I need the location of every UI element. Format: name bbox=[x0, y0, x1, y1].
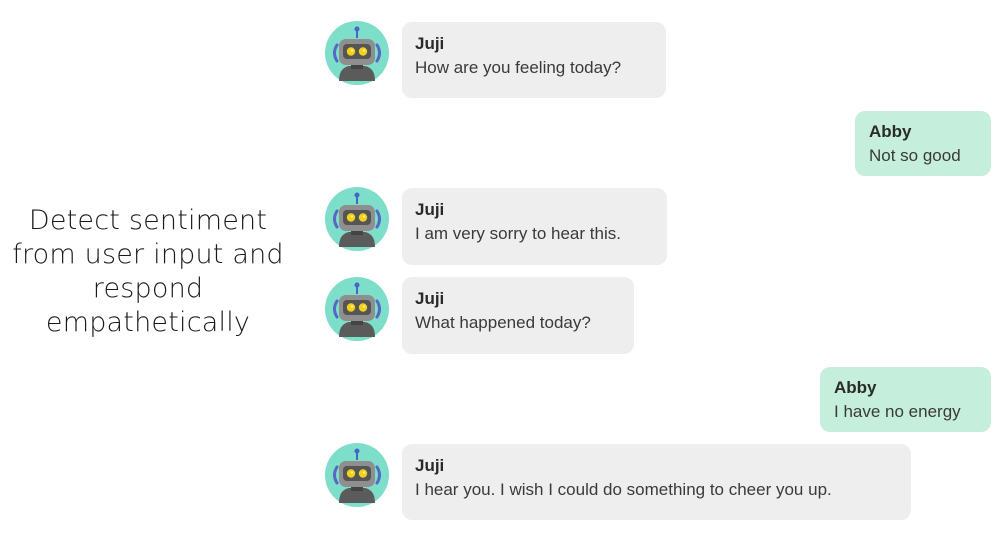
caption-line: from user input and bbox=[12, 239, 284, 270]
caption-line: empathetically bbox=[45, 307, 251, 338]
message-text: I am very sorry to hear this. bbox=[415, 224, 621, 243]
sender-name: Abby bbox=[869, 122, 912, 141]
chat-message-user: Abby I have no energy bbox=[820, 367, 991, 432]
robot-icon bbox=[325, 187, 389, 251]
robot-icon bbox=[325, 277, 389, 341]
caption-line: Detect sentiment bbox=[28, 205, 268, 236]
chat-message-bot: Juji How are you feeling today? bbox=[402, 22, 666, 98]
message-text: Not so good bbox=[869, 146, 961, 165]
sender-name: Juji bbox=[415, 200, 445, 219]
robot-icon bbox=[325, 21, 389, 85]
robot-icon bbox=[325, 443, 389, 507]
message-text: I have no energy bbox=[834, 402, 961, 421]
message-text: I hear you. I wish I could do something … bbox=[415, 480, 832, 499]
sender-name: Abby bbox=[834, 378, 877, 397]
sender-name: Juji bbox=[415, 34, 445, 53]
sender-name: Juji bbox=[415, 289, 445, 308]
message-text: What happened today? bbox=[415, 313, 591, 332]
chat-message-user: Abby Not so good bbox=[855, 111, 991, 176]
chat-message-bot: Juji I am very sorry to hear this. bbox=[402, 188, 667, 265]
chat-message-bot: Juji What happened today? bbox=[402, 277, 634, 354]
feature-caption: Detect sentiment from user input and res… bbox=[0, 204, 296, 340]
chat-message-bot: Juji I hear you. I wish I could do somet… bbox=[402, 444, 911, 520]
message-text: How are you feeling today? bbox=[415, 58, 622, 77]
caption-line: respond bbox=[92, 273, 204, 304]
sender-name: Juji bbox=[415, 456, 445, 475]
